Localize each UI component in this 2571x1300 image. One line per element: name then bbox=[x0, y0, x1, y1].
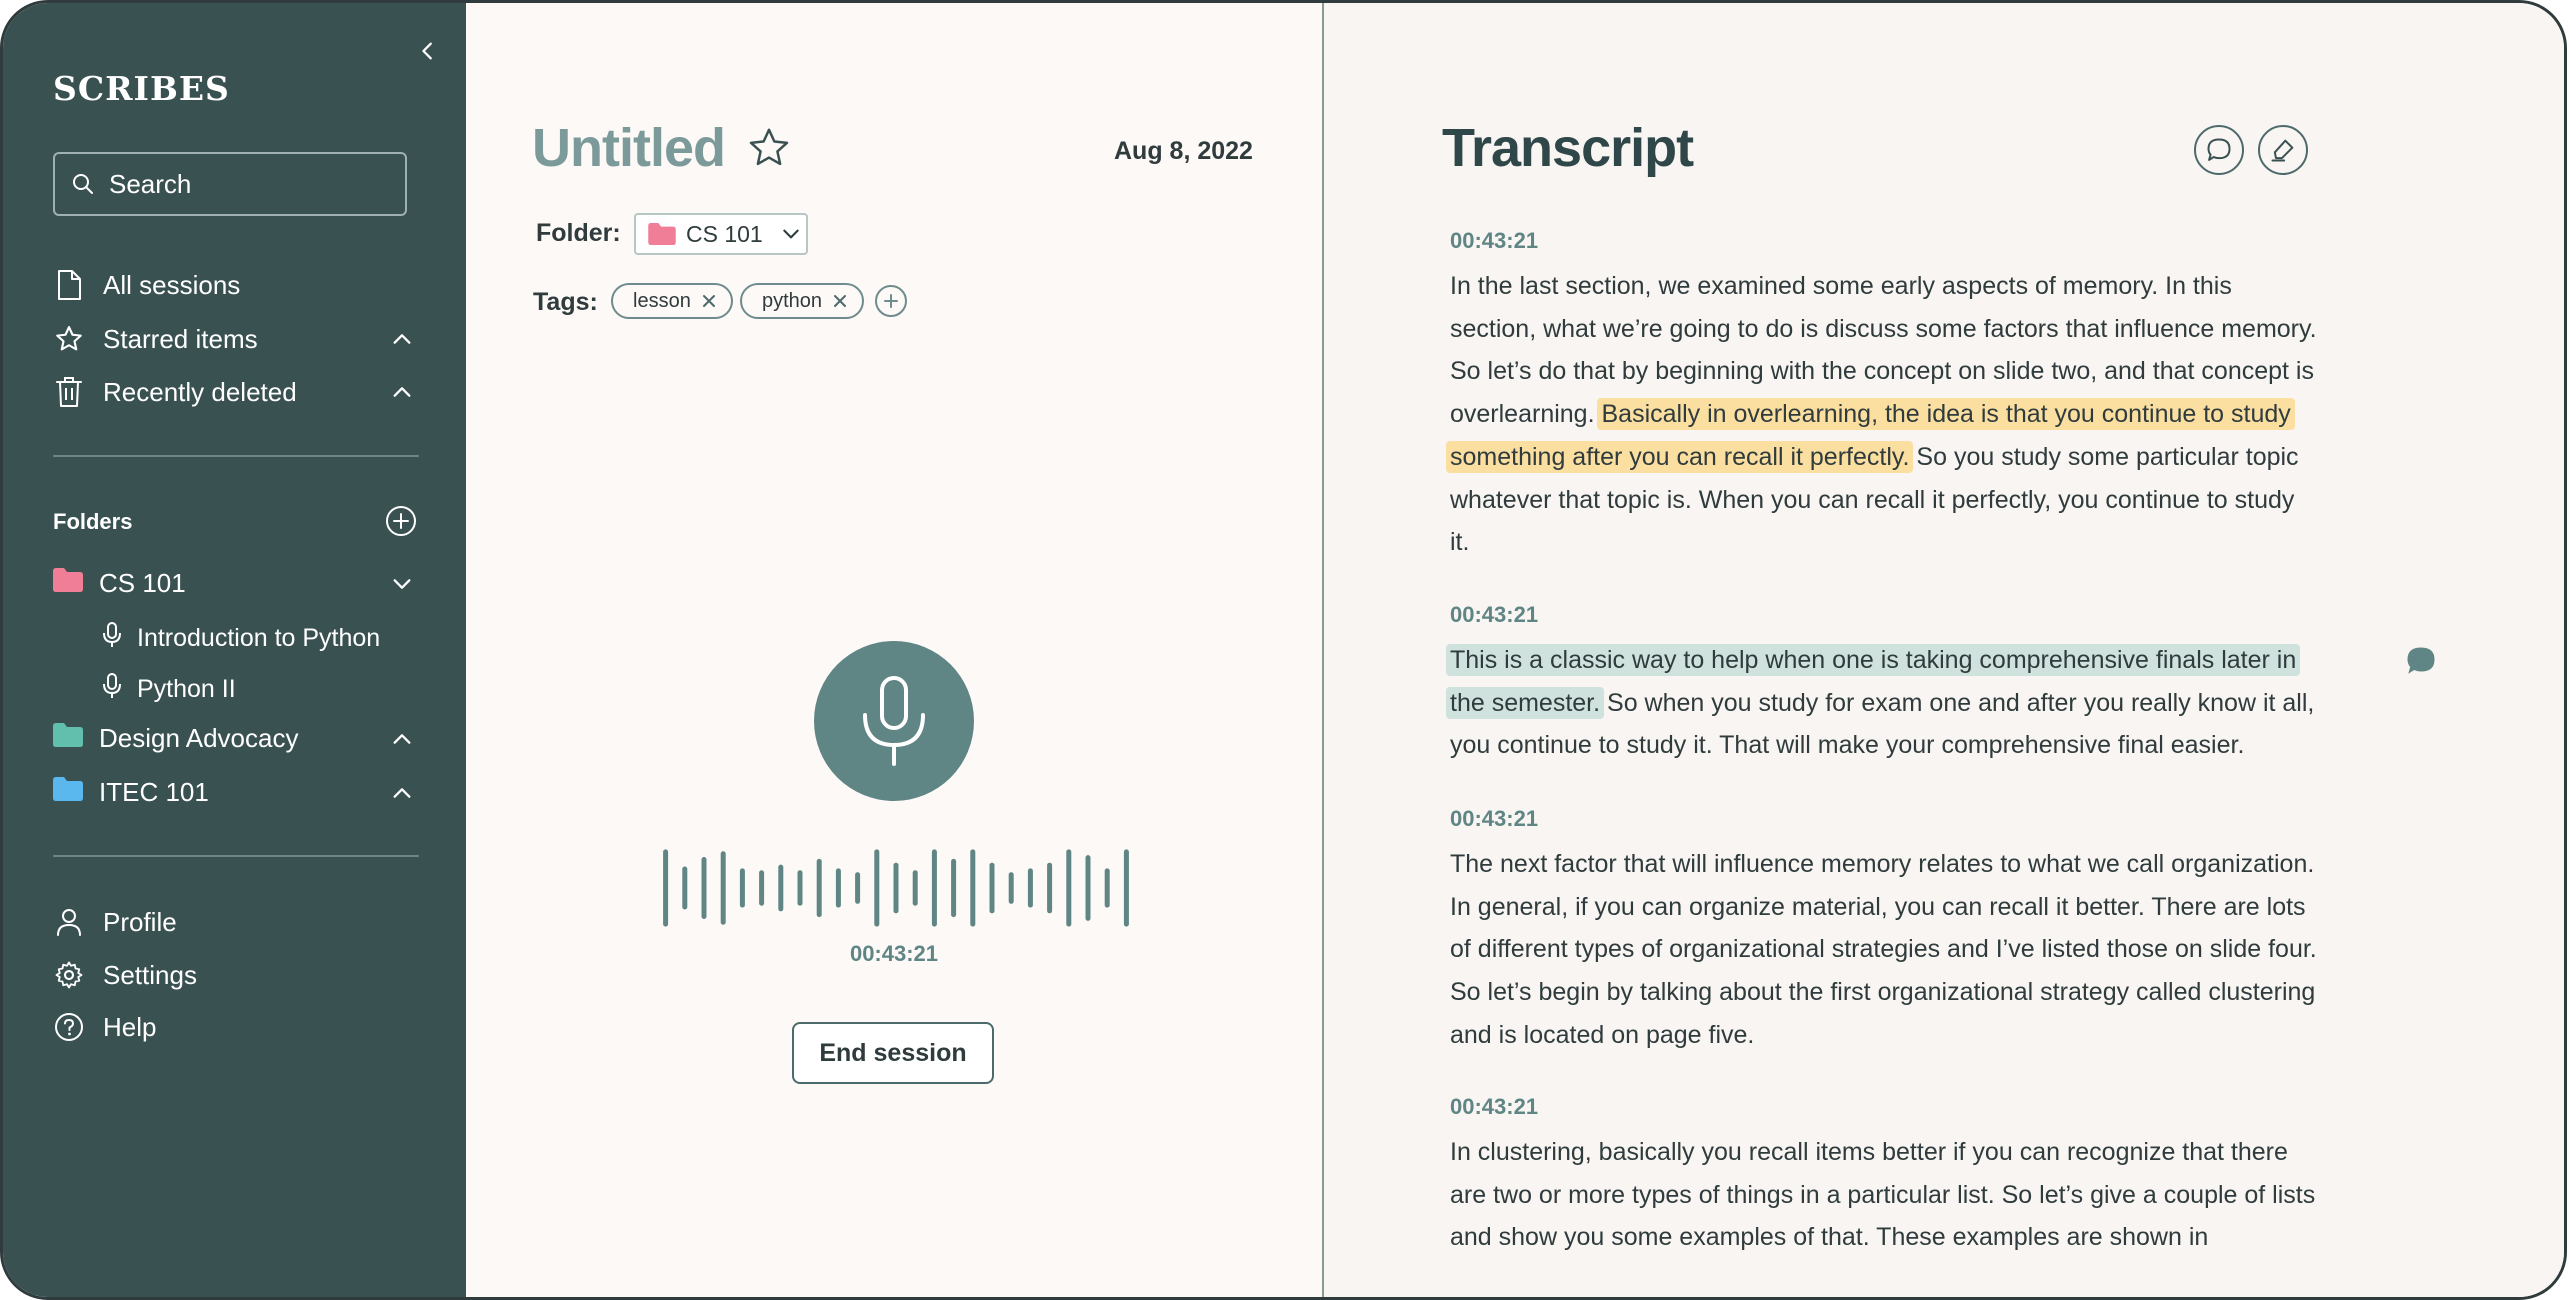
nav-starred-items[interactable]: Starred items bbox=[53, 323, 258, 355]
comment-button[interactable] bbox=[2194, 125, 2244, 175]
folder-design-advocacy-toggle[interactable] bbox=[386, 723, 418, 755]
folder-dropdown[interactable]: CS 101 bbox=[634, 213, 808, 255]
plus-circle-icon bbox=[875, 285, 907, 317]
folder-cs-101[interactable]: CS 101 bbox=[53, 568, 186, 599]
chevron-left-icon bbox=[422, 42, 432, 60]
search-input[interactable] bbox=[107, 167, 391, 201]
transcript-timestamp: 00:43:21 bbox=[1450, 1094, 1539, 1119]
gear-icon bbox=[53, 959, 85, 991]
nav-all-sessions[interactable]: All sessions bbox=[53, 269, 240, 301]
star-session-button[interactable] bbox=[746, 125, 792, 171]
chevron-up-icon bbox=[393, 334, 411, 344]
folder-icon bbox=[648, 223, 676, 245]
folder-dropdown-value: CS 101 bbox=[686, 220, 763, 247]
nav-label: Help bbox=[103, 1011, 157, 1042]
folder-icon bbox=[53, 568, 83, 599]
comment-marker[interactable] bbox=[2403, 643, 2439, 679]
nav-label: All sessions bbox=[103, 269, 241, 300]
transcript-paragraph[interactable]: In clustering, basically you recall item… bbox=[1450, 1131, 2320, 1259]
folder-design-advocacy[interactable]: Design Advocacy bbox=[53, 723, 298, 754]
folder-itec-101-toggle[interactable] bbox=[386, 777, 418, 809]
folder-cs-101-toggle[interactable] bbox=[386, 568, 418, 600]
deleted-toggle[interactable] bbox=[386, 376, 418, 408]
transcript-timestamp: 00:43:21 bbox=[1450, 602, 1539, 627]
folder-label: CS 101 bbox=[99, 568, 186, 598]
chevron-down-icon bbox=[783, 229, 799, 239]
tag-chip[interactable]: lesson bbox=[611, 283, 733, 319]
app-window: SCRIBES All sessions Starred items Recen… bbox=[0, 0, 2567, 1300]
add-tag-button[interactable] bbox=[874, 284, 908, 318]
tag-label: python bbox=[762, 289, 823, 312]
nav-label: Recently deleted bbox=[103, 376, 297, 407]
nav-recently-deleted[interactable]: Recently deleted bbox=[53, 376, 297, 408]
microphone-icon bbox=[101, 621, 123, 656]
chevron-up-icon bbox=[393, 788, 411, 798]
search-box[interactable] bbox=[53, 152, 407, 216]
sidebar: SCRIBES All sessions Starred items Recen… bbox=[3, 3, 466, 1297]
trash-icon bbox=[53, 376, 85, 408]
transcript-title: Transcript bbox=[1442, 118, 1694, 178]
nav-label: Starred items bbox=[103, 323, 258, 354]
nav-profile[interactable]: Profile bbox=[53, 906, 177, 938]
tag-label: lesson bbox=[633, 289, 691, 312]
nav-help[interactable]: Help bbox=[53, 1011, 156, 1043]
folder-label: Folder: bbox=[536, 219, 621, 247]
nav-settings[interactable]: Settings bbox=[53, 959, 197, 991]
highlighter-icon bbox=[2271, 139, 2294, 162]
folder-label: Design Advocacy bbox=[99, 723, 299, 753]
nav-label: Settings bbox=[103, 959, 197, 990]
plus-circle-icon bbox=[386, 506, 416, 536]
starred-toggle[interactable] bbox=[386, 323, 418, 355]
transcript-paragraph[interactable]: The next factor that will influence memo… bbox=[1450, 843, 2320, 1057]
document-icon bbox=[53, 269, 85, 301]
recording-timer: 00:43:21 bbox=[849, 941, 939, 966]
user-icon bbox=[53, 906, 85, 938]
highlight-button[interactable] bbox=[2258, 125, 2308, 175]
sidebar-divider bbox=[53, 855, 419, 857]
transcript-text: In clustering, basically you recall item… bbox=[1450, 1138, 2316, 1252]
audio-waveform bbox=[663, 849, 1129, 927]
close-icon[interactable] bbox=[832, 293, 848, 309]
tags-label: Tags: bbox=[533, 288, 598, 316]
folder-itec-101[interactable]: ITEC 101 bbox=[53, 777, 209, 808]
app-logo: SCRIBES bbox=[53, 69, 230, 108]
transcript-timestamp: 00:43:21 bbox=[1450, 228, 1539, 253]
transcript-panel: Transcript 00:43:21 In the last section,… bbox=[1324, 3, 2564, 1297]
tag-chip[interactable]: python bbox=[740, 283, 865, 319]
transcript-paragraph[interactable]: This is a classic way to help when one i… bbox=[1446, 639, 2320, 767]
sidebar-divider bbox=[53, 455, 419, 457]
star-icon bbox=[749, 128, 789, 166]
folder-icon bbox=[53, 777, 83, 808]
transcript-paragraph[interactable]: In the last section, we examined some ea… bbox=[1446, 265, 2320, 564]
session-label: Introduction to Python bbox=[137, 624, 381, 652]
microphone-icon bbox=[101, 672, 123, 707]
session-label: Python II bbox=[137, 675, 236, 703]
chevron-up-icon bbox=[393, 387, 411, 397]
chevron-up-icon bbox=[393, 734, 411, 744]
transcript-timestamp: 00:43:21 bbox=[1450, 806, 1539, 831]
add-folder-button[interactable] bbox=[385, 505, 417, 537]
transcript-text: The next factor that will influence memo… bbox=[1450, 850, 2317, 1049]
nav-label: Profile bbox=[103, 906, 177, 937]
session-panel: Untitled Aug 8, 2022 Folder: CS 101 Tags… bbox=[466, 3, 1324, 1297]
session-introduction-to-python[interactable]: Introduction to Python bbox=[101, 621, 380, 656]
folders-heading: Folders bbox=[53, 509, 133, 534]
collapse-sidebar-button[interactable] bbox=[410, 33, 446, 69]
folder-icon bbox=[53, 723, 83, 754]
microphone-icon bbox=[863, 676, 925, 766]
chevron-down-icon bbox=[393, 579, 411, 589]
session-python-ii[interactable]: Python II bbox=[101, 672, 236, 707]
star-icon bbox=[53, 323, 85, 355]
record-button[interactable] bbox=[814, 641, 974, 801]
close-icon[interactable] bbox=[701, 293, 717, 309]
session-date: Aug 8, 2022 bbox=[1114, 137, 1253, 165]
comment-icon bbox=[2207, 138, 2231, 161]
end-session-button[interactable]: End session bbox=[792, 1022, 994, 1084]
search-icon bbox=[73, 174, 93, 194]
comment-icon bbox=[2407, 647, 2435, 674]
help-icon bbox=[53, 1011, 85, 1043]
folder-label: ITEC 101 bbox=[99, 777, 209, 807]
session-title[interactable]: Untitled bbox=[532, 117, 726, 179]
